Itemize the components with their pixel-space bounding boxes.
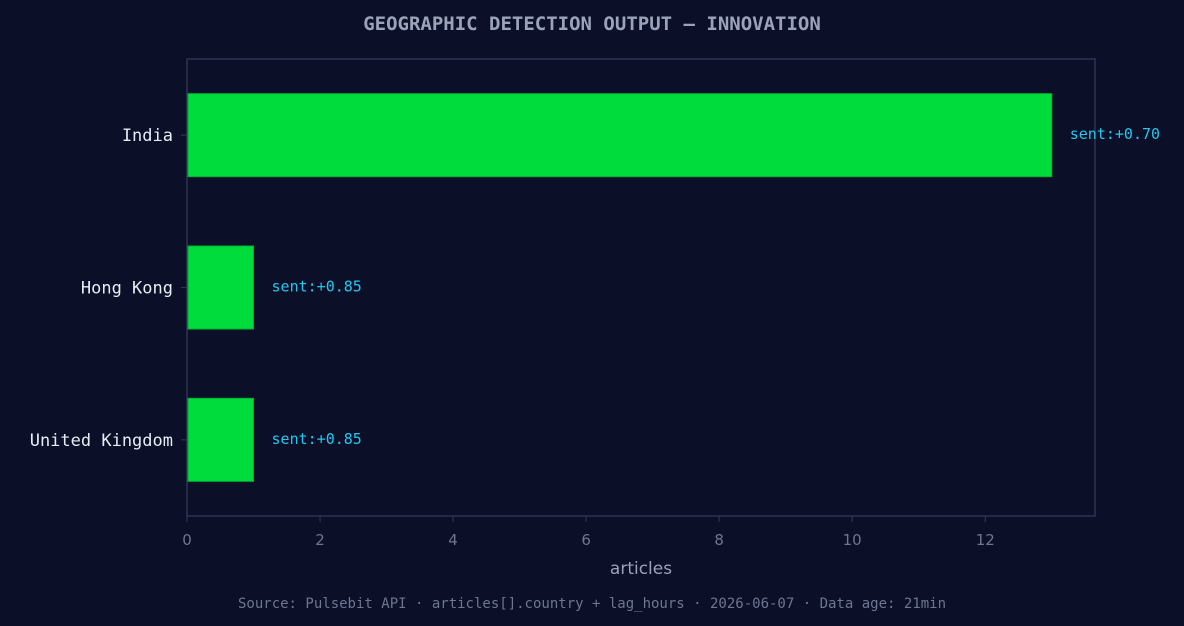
bar-sentiment-label: sent:+0.85	[272, 430, 362, 448]
bar	[187, 93, 1053, 178]
x-tick-label: 6	[581, 531, 591, 549]
geographic-detection-chart: GEOGRAPHIC DETECTION OUTPUT — INNOVATION…	[30, 13, 1160, 612]
x-tick-label: 12	[976, 531, 995, 549]
x-axis-title: articles	[610, 559, 672, 579]
bar	[187, 245, 255, 330]
y-category-label: United Kingdom	[30, 431, 173, 451]
x-tick-label: 0	[182, 531, 192, 549]
x-tick-label: 2	[315, 531, 325, 549]
y-category-label: India	[122, 126, 173, 146]
x-tick-label: 10	[843, 531, 862, 549]
source-note: Source: Pulsebit API · articles[].countr…	[238, 596, 946, 612]
bar-sentiment-label: sent:+0.70	[1070, 125, 1160, 143]
bar-sentiment-label: sent:+0.85	[272, 278, 362, 296]
x-tick-label: 4	[448, 531, 458, 549]
bar	[187, 397, 255, 482]
plot-area: 0 2 4 6 8 10 12 India sent:+0.70 Hong Kong sent:+0…	[30, 58, 1160, 549]
y-category-label: Hong Kong	[81, 279, 173, 299]
chart-title: GEOGRAPHIC DETECTION OUTPUT — INNOVATION	[363, 13, 821, 35]
x-tick-label: 8	[714, 531, 724, 549]
